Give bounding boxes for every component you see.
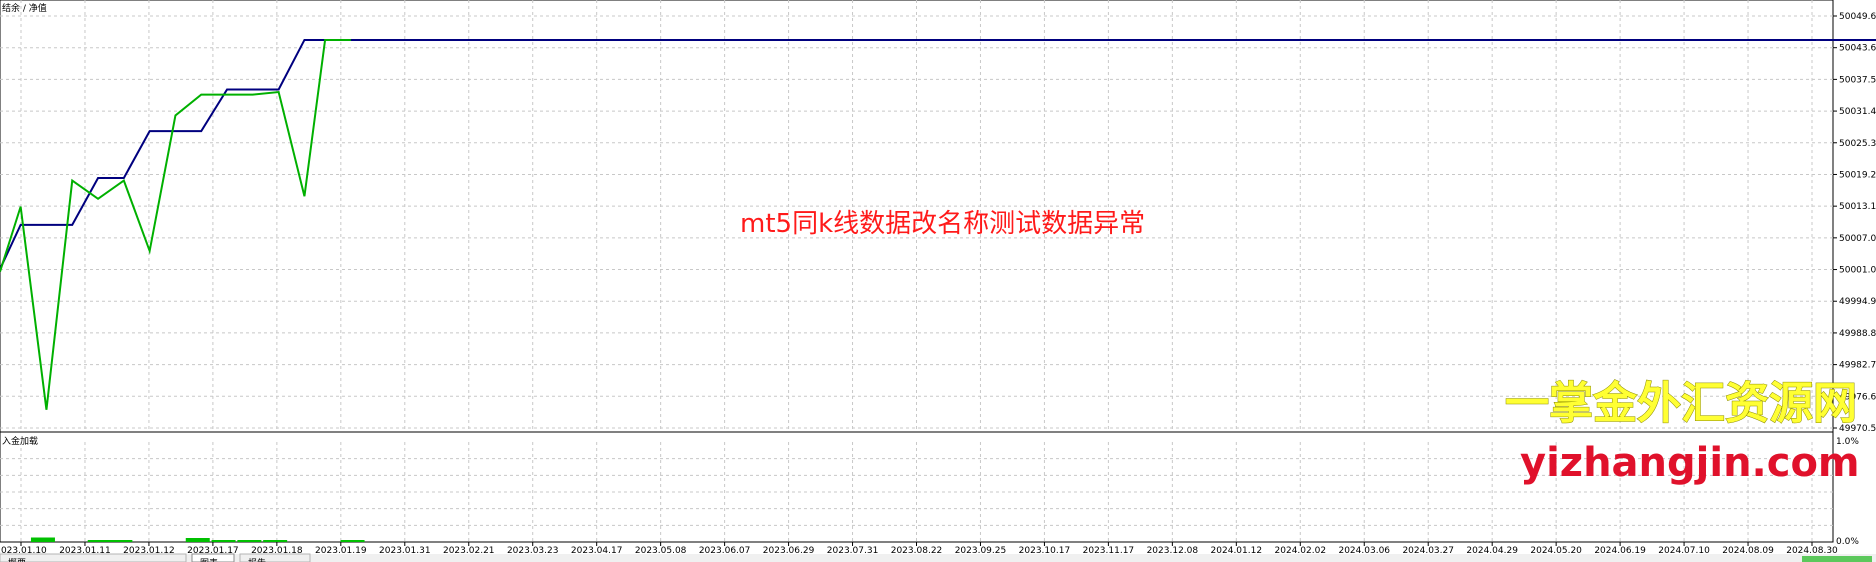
- deposit-bar: [263, 540, 288, 542]
- deposit-bar: [237, 540, 262, 542]
- sub-panel-label: 入金加载: [2, 435, 38, 447]
- deposit-bar: [340, 540, 365, 542]
- y-tick-label: 50037.5: [1839, 75, 1876, 85]
- deposit-bar: [211, 540, 236, 542]
- y-tick-label: 50031.4: [1839, 107, 1876, 117]
- price-axis: 50049.6 50043.6 50037.5 50031.4 50025.3 50019…: [1833, 12, 1876, 434]
- trading-chart: 50049.6 50043.6 50037.5 50031.4 50025.3 50019…: [0, 0, 1876, 562]
- y-tick-label: 50025.3: [1839, 139, 1876, 149]
- deposit-bar: [30, 537, 55, 542]
- deposit-bar: [87, 540, 112, 542]
- y-tick-label: 50043.6: [1839, 44, 1876, 54]
- tab-report[interactable]: 报告: [239, 553, 311, 562]
- chart-annotation: mt5同k线数据改名称测试数据异常: [740, 209, 1145, 239]
- y-tick-label: 50007.0: [1839, 234, 1876, 244]
- y-tick-label: 50013.1: [1839, 202, 1876, 212]
- y-tick-label: 50019.2: [1839, 170, 1876, 180]
- deposit-bar: [108, 540, 133, 542]
- y-tick-label: 49994.9: [1839, 297, 1876, 307]
- tab-summary[interactable]: 概要: [0, 553, 187, 562]
- y-tick-label: 50049.6: [1839, 12, 1876, 22]
- y-tick-label: 49982.7: [1839, 361, 1876, 371]
- watermark-cn: 一掌金外汇资源网: [1505, 378, 1857, 429]
- y-tick-label: 49988.8: [1839, 329, 1876, 339]
- deposit-bar: [185, 538, 210, 542]
- sub-axis-bottom-label: 0.0%: [1836, 537, 1859, 547]
- legend-text: 结余 / 净值: [2, 2, 47, 14]
- y-tick-label: 50001.0: [1839, 266, 1876, 276]
- status-progress-indicator: [1802, 556, 1872, 562]
- tab-chart[interactable]: 图表: [191, 553, 235, 562]
- watermark-en: yizhangjin.com: [1520, 440, 1860, 486]
